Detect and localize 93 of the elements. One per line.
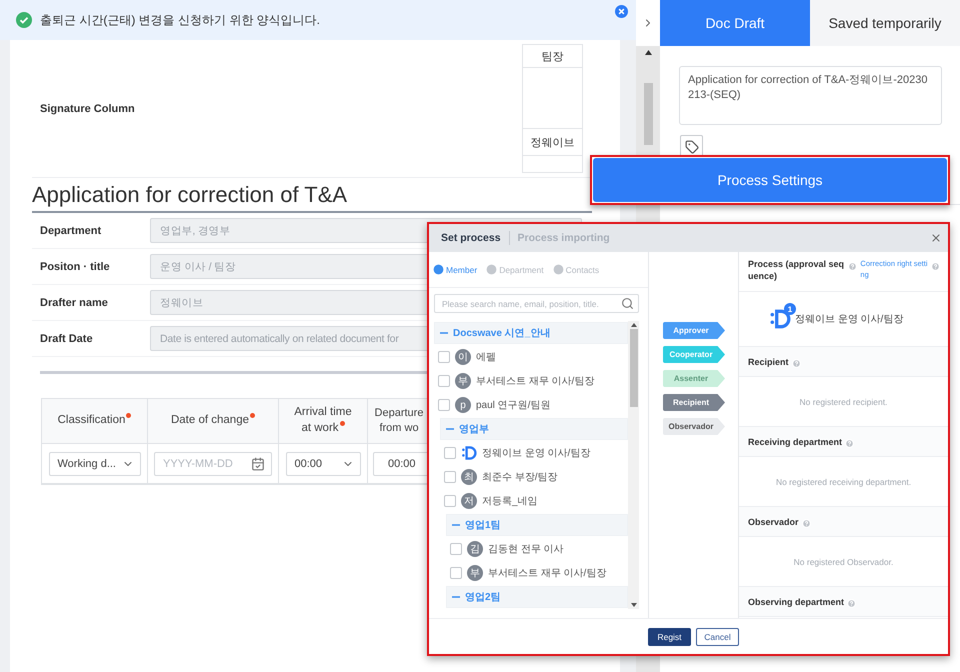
member-name: 에펠 <box>476 351 496 364</box>
checkbox[interactable] <box>438 351 450 363</box>
member-name: 김동현 전무 이사 <box>488 543 564 556</box>
calendar-icon <box>251 456 265 470</box>
search-icon <box>621 297 634 310</box>
group-name: 영업1팀 <box>465 519 501 532</box>
checkbox[interactable] <box>438 399 450 411</box>
help-icon <box>845 439 854 448</box>
letter-logo-icon <box>461 445 477 461</box>
group-name: 영업부 <box>459 423 489 436</box>
cancel-button[interactable]: Cancel <box>696 628 739 646</box>
scroll-up-icon <box>644 50 652 55</box>
letter-logo-icon <box>769 308 791 330</box>
close-icon[interactable] <box>615 5 628 18</box>
process-settings-button[interactable]: Process Settings <box>593 158 947 202</box>
field-label: Signature Column <box>40 102 135 114</box>
help-icon <box>931 262 940 271</box>
group-name: Docswave 시연_안내 <box>453 327 550 340</box>
section-title: Observador <box>748 516 799 526</box>
member-name: 최준수 부장/팀장 <box>482 471 558 484</box>
checkbox[interactable] <box>444 495 456 507</box>
column-header: Departure from wo <box>374 406 424 436</box>
column-header: Date of change <box>170 413 255 429</box>
checkbox[interactable] <box>450 543 462 555</box>
close-button[interactable] <box>930 232 942 244</box>
member-name: 정웨이브 운영 이사/팀장 <box>482 447 590 460</box>
member-name: 부서테스트 재무 이사/팀장 <box>476 375 594 388</box>
select-field[interactable]: Working d... <box>48 452 140 476</box>
collapse-button[interactable] <box>636 0 660 46</box>
help-icon <box>847 599 856 608</box>
help-icon <box>792 359 801 368</box>
field-label: Drafter name <box>39 296 109 308</box>
scroll-thumb[interactable] <box>630 329 638 407</box>
tree-group[interactable]: Docswave 시연_안내 <box>434 322 628 344</box>
field-label: Draft Date <box>39 332 94 344</box>
empty-message: No registered Observador. <box>794 556 894 566</box>
scroll-thumb[interactable] <box>644 83 652 145</box>
help-icon <box>802 519 811 528</box>
checkbox[interactable] <box>444 447 456 459</box>
field-label: Positon · title <box>39 260 111 272</box>
section-title: Recipient <box>748 356 789 366</box>
help-icon <box>848 262 858 271</box>
search-field[interactable]: Please search name, email, position, title. <box>434 294 639 313</box>
signature-name: 정웨이브 <box>522 128 583 156</box>
role-tag[interactable]: Approver <box>663 322 725 339</box>
tab[interactable]: Department <box>485 263 544 276</box>
title-field[interactable]: Application for correction of T&A-정웨이브-20230213-(SEQ) <box>679 66 942 125</box>
avatar: 부 <box>455 373 471 389</box>
role-tag[interactable]: Recipient <box>663 394 725 411</box>
role-tag[interactable]: Observador <box>663 418 725 435</box>
column-header: Arrival time at work <box>293 405 353 436</box>
empty-message: No registered receiving department. <box>776 476 912 486</box>
role-tag[interactable]: Cooperator <box>663 346 725 363</box>
member-name: 저등록_네임 <box>482 495 538 508</box>
section-title: Process (approval sequence) <box>748 258 846 282</box>
signature-date <box>522 155 583 173</box>
member-name: 부서테스트 재무 이사/팀장 <box>488 567 606 580</box>
section-title: Receiving department <box>748 436 842 446</box>
checkbox[interactable] <box>444 471 456 483</box>
tree-group[interactable]: 영업2팀 <box>446 586 628 608</box>
submit-button[interactable]: Regist <box>648 628 691 646</box>
date-field[interactable]: YYYY-MM-DD <box>154 452 272 476</box>
empty-message: No registered recipient. <box>800 396 888 406</box>
tab[interactable]: Set process <box>441 232 501 244</box>
avatar: 이 <box>455 349 471 365</box>
tree-group[interactable]: 영업부 <box>440 418 628 440</box>
column-header: Classification <box>58 413 132 429</box>
tab[interactable]: Doc Draft <box>660 0 810 46</box>
tree-group[interactable]: 영업1팀 <box>446 514 628 536</box>
tab[interactable]: Saved temporarily <box>810 0 960 46</box>
scroll-up-icon <box>630 323 636 327</box>
field-label: Department <box>39 224 102 236</box>
checkbox[interactable] <box>450 567 462 579</box>
avatar: 부 <box>467 565 483 581</box>
group-name: 영업2팀 <box>465 591 501 604</box>
order-badge: 1 <box>784 303 796 315</box>
signature-area <box>522 67 583 129</box>
avatar: 저 <box>461 493 477 509</box>
scroll-down-icon <box>630 603 636 607</box>
avatar: 김 <box>467 541 483 557</box>
signature-title: 팀장 <box>522 44 583 68</box>
member-name: paul 연구원/팀원 <box>476 399 550 412</box>
avatar: 최 <box>461 469 477 485</box>
form-title: Application for correction of T&A <box>32 182 592 213</box>
notice-text: 출퇴근 시간(근태) 변경을 신청하기 위한 양식입니다. <box>40 12 320 28</box>
approver-name: 정웨이브 운영 이사/팀장 <box>795 313 904 326</box>
checkbox[interactable] <box>438 375 450 387</box>
tab[interactable]: Member <box>432 263 478 276</box>
section-title: Observing department <box>748 596 844 606</box>
check-icon <box>16 12 32 28</box>
tag-icon <box>684 140 698 154</box>
avatar: p <box>455 397 471 413</box>
select-field[interactable]: 00:00 <box>286 452 360 476</box>
